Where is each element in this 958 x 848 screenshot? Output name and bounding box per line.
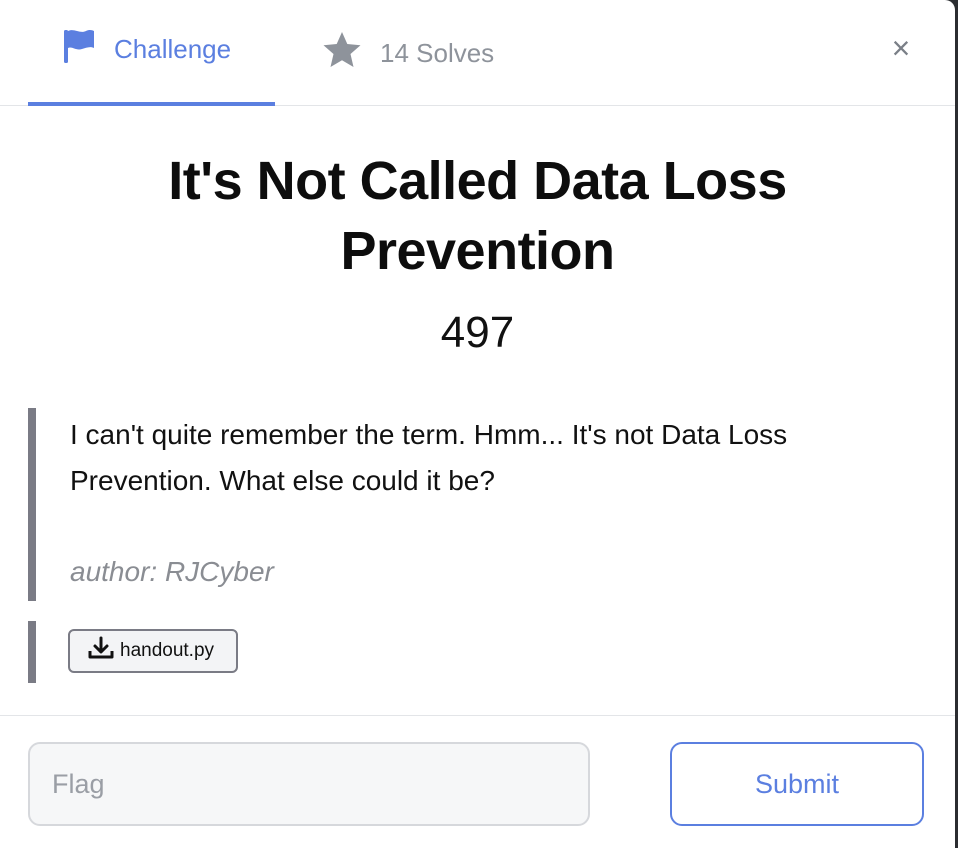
tab-challenge[interactable]: Challenge — [28, 0, 275, 106]
challenge-points: 497 — [440, 308, 515, 357]
star-icon — [322, 31, 362, 76]
file-download-button[interactable]: handout.py — [68, 629, 238, 673]
submit-button[interactable]: Submit — [670, 742, 924, 826]
close-icon: × — [891, 30, 911, 66]
file-name: handout.py — [120, 640, 215, 661]
close-button[interactable]: × — [883, 30, 919, 66]
flag-input[interactable] — [28, 742, 590, 826]
flag-icon — [62, 28, 96, 71]
tab-solves-label: 14 Solves — [380, 37, 495, 68]
submission-footer: Submit — [0, 715, 955, 848]
tab-challenge-label: Challenge — [114, 33, 232, 64]
tab-bar: Challenge 14 Solves × — [0, 0, 955, 106]
challenge-modal: Challenge 14 Solves × It's Not Called Da… — [0, 0, 955, 848]
challenge-description: I can't quite remember the term. Hmm... … — [28, 408, 908, 601]
description-text: I can't quite remember the term. Hmm... … — [70, 419, 788, 496]
description-author: author: RJCyber — [70, 556, 274, 587]
download-icon — [88, 636, 114, 666]
challenge-title: It's Not Called Data Loss Prevention — [168, 151, 787, 281]
challenge-files: handout.py — [28, 621, 328, 683]
tab-solves[interactable]: 14 Solves — [322, 0, 494, 110]
